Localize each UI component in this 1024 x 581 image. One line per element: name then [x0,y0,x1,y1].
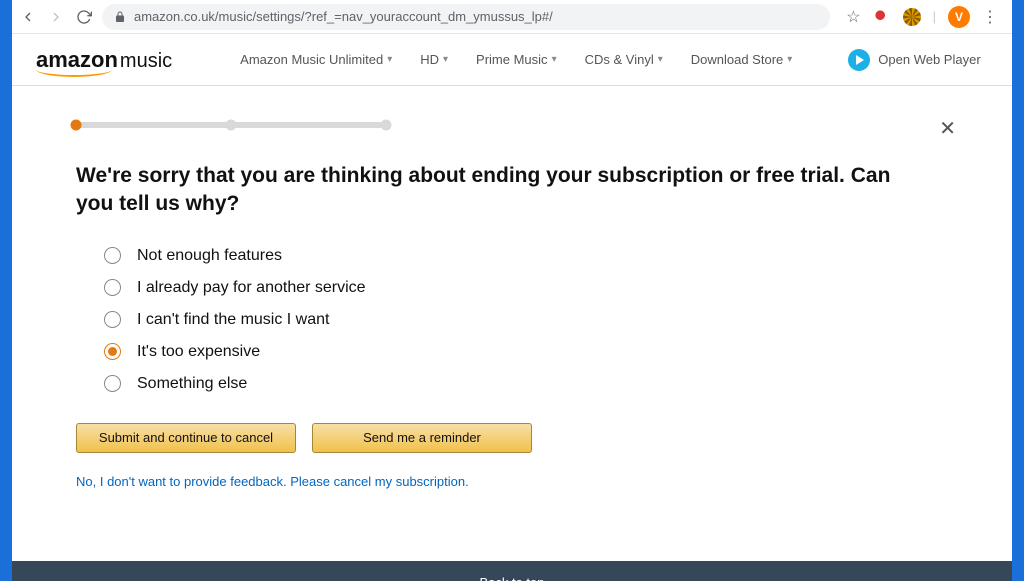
progress-step-2 [226,120,237,131]
submit-cancel-button[interactable]: Submit and continue to cancel [76,423,296,453]
progress-step-1 [71,120,82,131]
skip-feedback-link[interactable]: No, I don't want to provide feedback. Pl… [76,474,469,489]
chevron-down-icon: ▾ [787,54,792,65]
url-text: amazon.co.uk/music/settings/?ref_=nav_yo… [134,9,553,24]
play-icon [848,49,870,71]
browser-toolbar: amazon.co.uk/music/settings/?ref_=nav_yo… [12,0,1012,34]
extension-icon-1[interactable] [873,8,891,26]
back-icon[interactable] [20,9,36,25]
radio-icon [104,247,121,264]
chevron-down-icon: ▾ [552,54,557,65]
nav-prime-music[interactable]: Prime Music▾ [476,52,557,67]
cancel-option[interactable]: I already pay for another service [104,279,928,297]
cancel-option[interactable]: Something else [104,375,928,393]
site-header: amazon music Amazon Music Unlimited▾ HD▾… [12,34,1012,86]
page-body: amazon music Amazon Music Unlimited▾ HD▾… [12,34,1012,581]
progress-bar [76,122,386,128]
open-web-player-button[interactable]: Open Web Player [848,49,980,71]
kebab-menu-icon[interactable]: ⋮ [982,7,998,27]
radio-icon [104,279,121,296]
radio-icon [104,375,121,392]
nav-amazon-music-unlimited[interactable]: Amazon Music Unlimited▾ [240,52,392,67]
chevron-down-icon: ▾ [658,54,663,65]
chevron-down-icon: ▾ [443,54,448,65]
reload-icon[interactable] [76,9,92,25]
nav-hd[interactable]: HD▾ [420,52,448,67]
profile-avatar[interactable]: V [948,6,970,28]
back-to-top-button[interactable]: Back to top [12,561,1012,581]
amazon-music-logo[interactable]: amazon music [36,47,172,73]
radio-icon [104,343,121,360]
nav-download-store[interactable]: Download Store▾ [691,52,793,67]
cancel-option[interactable]: It's too expensive [104,343,928,361]
cancel-reason-options: Not enough features I already pay for an… [104,247,928,393]
extension-icon-2[interactable] [903,8,921,26]
radio-icon [104,311,121,328]
lock-icon [114,11,126,23]
star-icon[interactable]: ☆ [846,7,860,27]
cancel-option[interactable]: I can't find the music I want [104,311,928,329]
forward-icon[interactable] [48,9,64,25]
cancel-option[interactable]: Not enough features [104,247,928,265]
progress-step-3 [381,120,392,131]
cancel-heading: We're sorry that you are thinking about … [76,162,926,219]
chevron-down-icon: ▾ [387,54,392,65]
send-reminder-button[interactable]: Send me a reminder [312,423,532,453]
nav-cds-vinyl[interactable]: CDs & Vinyl▾ [585,52,663,67]
primary-nav: Amazon Music Unlimited▾ HD▾ Prime Music▾… [240,52,792,67]
close-icon[interactable]: ✕ [939,116,956,141]
cancel-flow-panel: ✕ We're sorry that you are thinking abou… [12,86,992,531]
address-bar[interactable]: amazon.co.uk/music/settings/?ref_=nav_yo… [102,4,830,30]
